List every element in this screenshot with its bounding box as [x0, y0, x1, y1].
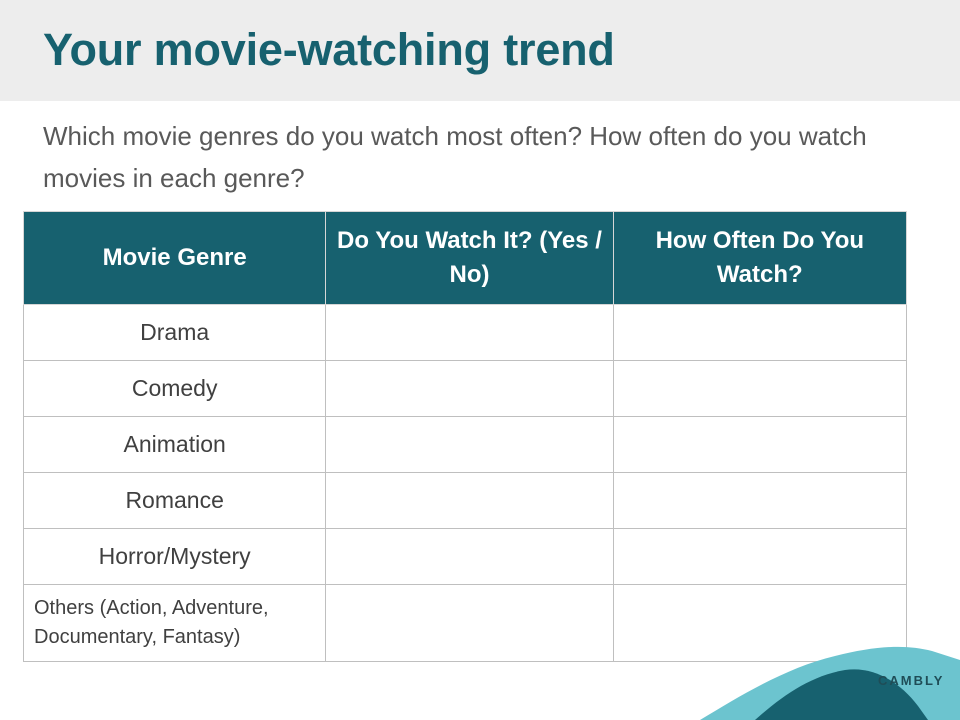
prompt-text: Which movie genres do you watch most oft… [43, 121, 867, 193]
watch-answer-cell[interactable] [325, 472, 614, 529]
watch-answer-cell[interactable] [325, 416, 614, 473]
table-row: Animation [22, 416, 908, 473]
cambly-logo-text: CAMBLY [878, 673, 945, 688]
header-do-you-watch: Do You Watch It? (Yes / No) [325, 211, 614, 305]
genre-cell: Comedy [22, 360, 327, 417]
genre-cell: Animation [22, 416, 327, 473]
frequency-answer-cell[interactable] [612, 528, 908, 585]
slide-title: Your movie-watching trend [43, 24, 615, 75]
frequency-answer-cell[interactable] [612, 472, 908, 529]
genre-cell: Others (Action, Adventure, Documentary, … [22, 584, 327, 662]
title-bar: Your movie-watching trend [0, 0, 960, 101]
frequency-answer-cell[interactable] [612, 360, 908, 417]
table-row: Comedy [22, 360, 908, 417]
header-how-often: How Often Do You Watch? [612, 211, 908, 305]
genre-cell: Romance [22, 472, 327, 529]
header-row: Movie Genre Do You Watch It? (Yes / No) … [22, 211, 908, 305]
frequency-answer-cell[interactable] [612, 416, 908, 473]
frequency-answer-cell[interactable] [612, 304, 908, 361]
watch-answer-cell[interactable] [325, 360, 614, 417]
watch-answer-cell[interactable] [325, 528, 614, 585]
watch-answer-cell[interactable] [325, 584, 614, 662]
genre-cell: Horror/Mystery [22, 528, 327, 585]
genre-cell: Drama [22, 304, 327, 361]
table-row: Drama [22, 304, 908, 361]
header-movie-genre: Movie Genre [22, 211, 327, 305]
watch-answer-cell[interactable] [325, 304, 614, 361]
table-row: Horror/Mystery [22, 528, 908, 585]
genre-table: Movie Genre Do You Watch It? (Yes / No) … [22, 211, 908, 662]
table-row: Romance [22, 472, 908, 529]
